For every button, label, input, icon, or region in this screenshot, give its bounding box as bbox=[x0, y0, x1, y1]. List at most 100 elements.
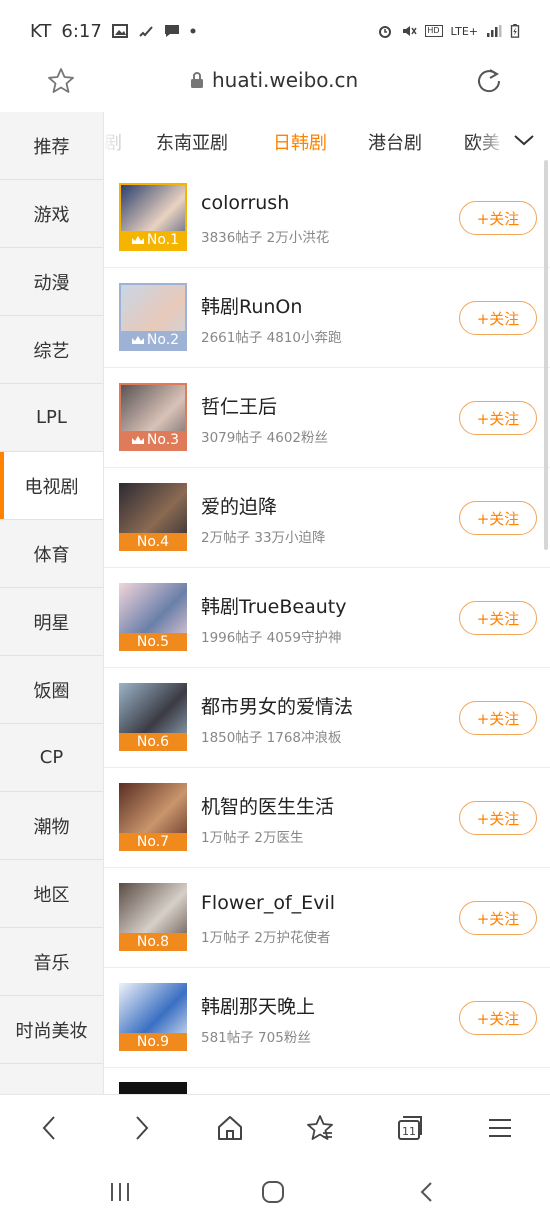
rank-badge: No.8 bbox=[119, 933, 187, 951]
subtab-japan-korea[interactable]: 日韩剧 bbox=[273, 129, 327, 155]
topic-thumbnail[interactable]: No.9 bbox=[119, 983, 187, 1051]
crown-icon bbox=[131, 336, 144, 344]
topic-thumbnail[interactable]: No.4 bbox=[119, 483, 187, 551]
address-bar: huati.weibo.cn bbox=[0, 58, 550, 110]
star-icon[interactable] bbox=[46, 66, 76, 96]
topic-row[interactable]: No.7 机智的医生生活 1万帖子 2万医生 +关注 bbox=[104, 768, 550, 868]
follow-button[interactable]: +关注 bbox=[459, 501, 537, 535]
topic-thumbnail[interactable]: No.8 bbox=[119, 883, 187, 951]
browser-toolbar: 11 bbox=[0, 1094, 550, 1160]
rank-label: No.1 bbox=[146, 232, 180, 248]
sidebar-item-label: 饭圈 bbox=[33, 680, 70, 702]
tabs-icon[interactable]: 11 bbox=[395, 1113, 425, 1143]
sidebar-item-fashion-beauty[interactable]: 时尚美妆 bbox=[0, 996, 103, 1064]
sidebar-item-recommend[interactable]: 推荐 bbox=[0, 112, 103, 180]
sidebar-item-cp[interactable]: CP bbox=[0, 724, 103, 792]
topic-thumbnail[interactable]: No.2 bbox=[119, 283, 187, 351]
rank-badge: No.1 bbox=[121, 231, 185, 249]
topic-row[interactable]: No.2 韩剧RunOn 2661帖子 4810小奔跑 +关注 bbox=[104, 268, 550, 368]
rank-label: No.2 bbox=[146, 332, 180, 348]
rank-label: No.3 bbox=[146, 432, 180, 448]
topic-row[interactable]: No.8 Flower_of_Evil 1万帖子 2万护花使者 +关注 bbox=[104, 868, 550, 968]
follow-button[interactable]: +关注 bbox=[459, 701, 537, 735]
topic-thumbnail[interactable]: No.1 bbox=[119, 183, 187, 251]
topic-title[interactable]: 韩剧那天晚上 bbox=[201, 992, 315, 1019]
follow-button[interactable]: +关注 bbox=[459, 1001, 537, 1035]
reload-icon[interactable] bbox=[474, 66, 504, 96]
topic-row[interactable]: No.5 韩剧TrueBeauty 1996帖子 4059守护神 +关注 bbox=[104, 568, 550, 668]
topic-thumbnail[interactable]: No.5 bbox=[119, 583, 187, 651]
topic-row[interactable]: No.1 colorrush 3836帖子 2万小洪花 +关注 bbox=[104, 168, 550, 268]
category-sidebar: 推荐 游戏 动漫 综艺 LPL 电视剧 体育 明星 饭圈 CP 潮物 地区 音乐… bbox=[0, 112, 104, 1094]
recent-apps-icon[interactable] bbox=[106, 1178, 134, 1206]
subtab-southeast-asia[interactable]: 东南亚剧 bbox=[156, 129, 228, 155]
sidebar-item-variety[interactable]: 综艺 bbox=[0, 316, 103, 384]
sidebar-item-games[interactable]: 游戏 bbox=[0, 180, 103, 248]
alarm-icon bbox=[378, 26, 391, 38]
topic-list: No.1 colorrush 3836帖子 2万小洪花 +关注 No.2 韩剧RunOn 2… bbox=[104, 168, 550, 1068]
topic-title[interactable]: 韩剧RunOn bbox=[201, 292, 302, 319]
chevron-down-icon[interactable] bbox=[512, 128, 536, 152]
topic-thumbnail[interactable]: No.7 bbox=[119, 783, 187, 851]
sidebar-item-anime[interactable]: 动漫 bbox=[0, 248, 103, 316]
follow-button[interactable]: +关注 bbox=[459, 801, 537, 835]
topic-row[interactable]: No.3 哲仁王后 3079帖子 4602粉丝 +关注 bbox=[104, 368, 550, 468]
follow-button[interactable]: +关注 bbox=[459, 201, 537, 235]
topic-stats: 2万帖子 33万小迫降 bbox=[201, 530, 326, 546]
sidebar-item-music[interactable]: 音乐 bbox=[0, 928, 103, 996]
topic-title[interactable]: 机智的医生生活 bbox=[201, 792, 334, 819]
url-field[interactable]: huati.weibo.cn bbox=[190, 68, 358, 92]
rank-label: No.4 bbox=[136, 534, 170, 550]
follow-button[interactable]: +关注 bbox=[459, 601, 537, 635]
follow-button[interactable]: +关注 bbox=[459, 901, 537, 935]
home-icon[interactable] bbox=[215, 1113, 245, 1143]
forward-icon[interactable] bbox=[126, 1113, 156, 1143]
sidebar-item-label: 明星 bbox=[33, 612, 70, 634]
sidebar-item-label: 潮物 bbox=[33, 816, 70, 838]
sidebar-item-lpl[interactable]: LPL bbox=[0, 384, 103, 452]
topic-title[interactable]: 都市男女的爱情法 bbox=[201, 692, 353, 719]
back-icon[interactable] bbox=[35, 1113, 65, 1143]
topic-row[interactable]: No.6 都市男女的爱情法 1850帖子 1768冲浪板 +关注 bbox=[104, 668, 550, 768]
follow-button[interactable]: +关注 bbox=[459, 301, 537, 335]
sidebar-item-label: CP bbox=[39, 747, 64, 768]
sidebar-item-label: 地区 bbox=[33, 884, 70, 906]
carrier-label: KT bbox=[30, 20, 52, 42]
topic-title[interactable]: 韩剧TrueBeauty bbox=[201, 592, 346, 619]
topic-row[interactable]: No.4 爱的迫降 2万帖子 33万小迫降 +关注 bbox=[104, 468, 550, 568]
sidebar-item-stars[interactable]: 明星 bbox=[0, 588, 103, 656]
dot-icon bbox=[190, 28, 196, 34]
rank-label: No.6 bbox=[136, 734, 170, 750]
home-circle-icon[interactable] bbox=[259, 1178, 287, 1206]
rank-label: No.7 bbox=[136, 834, 170, 850]
topic-row[interactable]: No.9 韩剧那天晚上 581帖子 705粉丝 +关注 bbox=[104, 968, 550, 1068]
next-thumbnail bbox=[119, 1082, 187, 1094]
topic-title[interactable]: Flower_of_Evil bbox=[201, 892, 335, 914]
sidebar-item-more[interactable] bbox=[0, 1064, 103, 1094]
sidebar-item-fandom[interactable]: 饭圈 bbox=[0, 656, 103, 724]
sidebar-item-tv-drama[interactable]: 电视剧 bbox=[0, 452, 103, 520]
topic-title[interactable]: 爱的迫降 bbox=[201, 492, 277, 519]
follow-button[interactable]: +关注 bbox=[459, 401, 537, 435]
menu-icon[interactable] bbox=[485, 1113, 515, 1143]
topic-stats: 3836帖子 2万小洪花 bbox=[201, 230, 330, 246]
rank-badge: No.2 bbox=[121, 331, 185, 349]
signal-icon bbox=[487, 25, 502, 37]
sidebar-item-trends[interactable]: 潮物 bbox=[0, 792, 103, 860]
system-back-icon[interactable] bbox=[413, 1178, 441, 1206]
subtab-hk-taiwan[interactable]: 港台剧 bbox=[368, 129, 422, 155]
battery-icon bbox=[510, 24, 520, 38]
topic-title[interactable]: 哲仁王后 bbox=[201, 392, 277, 419]
sidebar-item-label: 体育 bbox=[33, 544, 70, 566]
lock-icon bbox=[191, 72, 203, 88]
bookmarks-icon[interactable] bbox=[305, 1113, 335, 1143]
topic-thumbnail[interactable]: No.3 bbox=[119, 383, 187, 451]
topic-thumbnail[interactable]: No.6 bbox=[119, 683, 187, 751]
sidebar-item-regions[interactable]: 地区 bbox=[0, 860, 103, 928]
status-bar: KT 6:17 HD LTE+ bbox=[0, 0, 550, 62]
scrollbar[interactable] bbox=[544, 160, 548, 550]
topic-stats: 3079帖子 4602粉丝 bbox=[201, 430, 329, 446]
topic-title[interactable]: colorrush bbox=[201, 192, 289, 214]
status-left: KT 6:17 bbox=[30, 21, 196, 42]
sidebar-item-sports[interactable]: 体育 bbox=[0, 520, 103, 588]
